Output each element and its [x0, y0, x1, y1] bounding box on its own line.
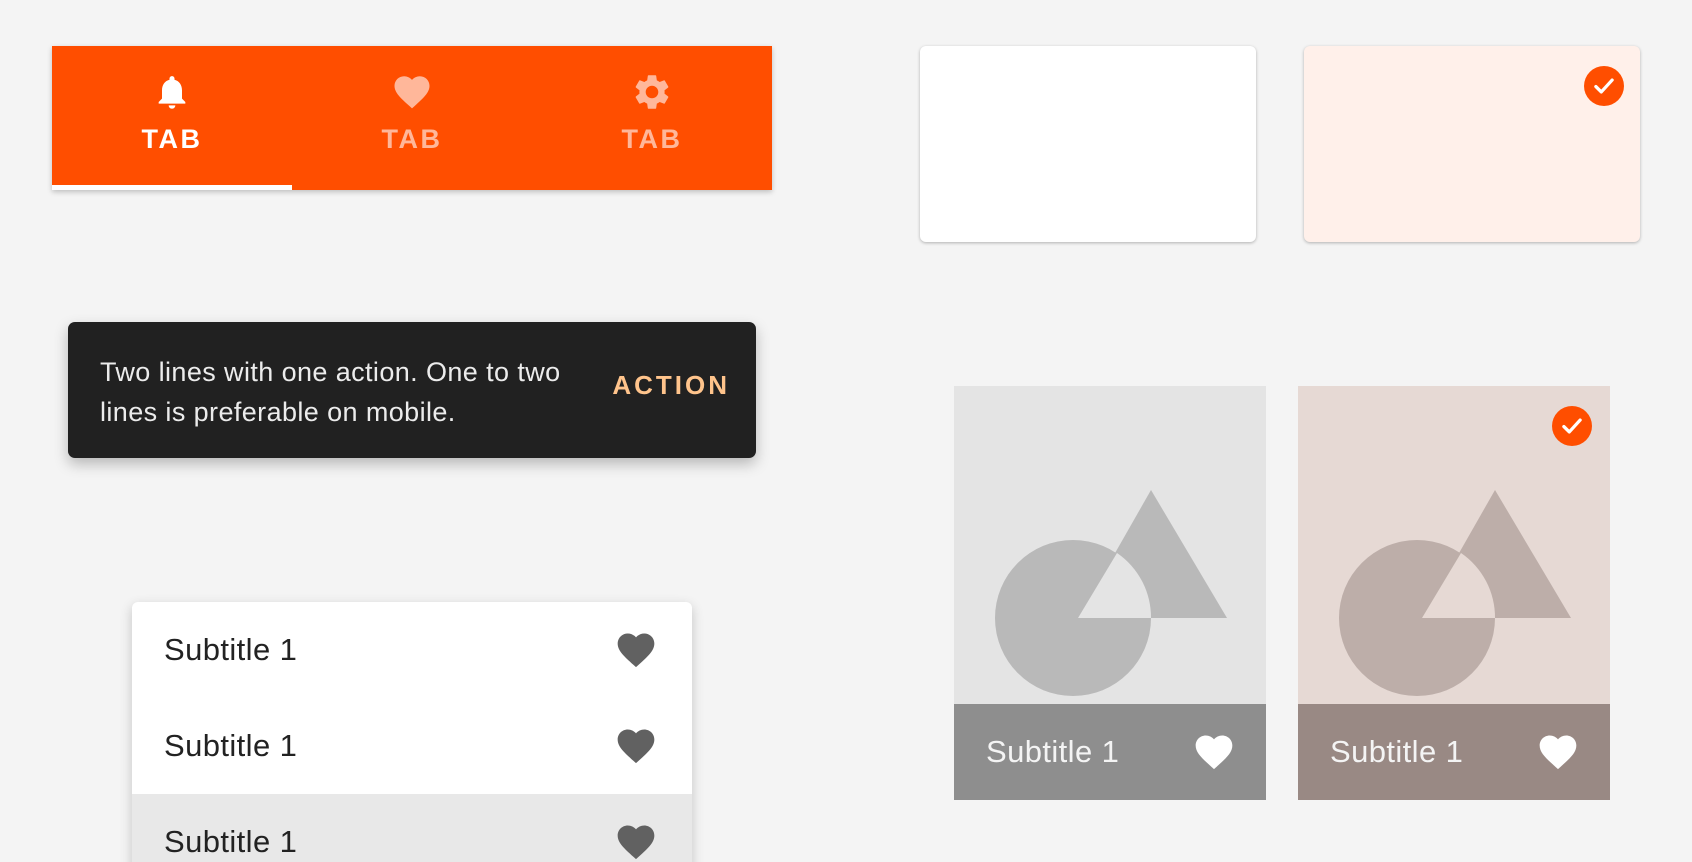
list-item-label: Subtitle 1 [164, 824, 298, 859]
snackbar-message: Two lines with one action. One to two li… [100, 357, 561, 427]
heart-icon [390, 70, 434, 114]
image-tile-selected[interactable]: Subtitle 1 [1298, 386, 1610, 800]
image-tile-caption: Subtitle 1 [1298, 704, 1610, 800]
tab-favorites[interactable]: TAB [292, 46, 532, 190]
heart-icon[interactable] [1192, 730, 1236, 774]
gear-icon [630, 70, 674, 114]
check-circle-icon [1552, 406, 1592, 446]
list-item[interactable]: Subtitle 1 [132, 698, 692, 794]
image-tile-title: Subtitle 1 [986, 734, 1120, 769]
list: Subtitle 1 Subtitle 1 Subtitle 1 [132, 602, 692, 862]
tab-label: TAB [621, 124, 683, 154]
heart-icon[interactable] [614, 820, 658, 862]
components-canvas: TAB TAB TAB Two lines with one action. O… [0, 0, 1692, 862]
bell-icon [150, 70, 194, 114]
check-circle-icon [1584, 66, 1624, 106]
image-tile[interactable]: Subtitle 1 [954, 386, 1266, 800]
active-tab-indicator [52, 185, 292, 190]
snackbar-action-button[interactable]: ACTION [612, 370, 730, 401]
snackbar: Two lines with one action. One to two li… [68, 322, 756, 458]
list-item[interactable]: Subtitle 1 [132, 602, 692, 698]
tab-notifications[interactable]: TAB [52, 46, 292, 190]
heart-icon[interactable] [614, 628, 658, 672]
heart-icon[interactable] [614, 724, 658, 768]
tab-settings[interactable]: TAB [532, 46, 772, 190]
image-tile-caption: Subtitle 1 [954, 704, 1266, 800]
selectable-card-selected[interactable] [1304, 46, 1640, 242]
tab-bar: TAB TAB TAB [52, 46, 772, 190]
list-item-highlighted[interactable]: Subtitle 1 [132, 794, 692, 862]
heart-icon[interactable] [1536, 730, 1580, 774]
tab-label: TAB [141, 124, 203, 154]
image-placeholder-icon [995, 490, 1227, 696]
tab-label: TAB [381, 124, 443, 154]
image-tile-title: Subtitle 1 [1330, 734, 1464, 769]
selectable-card[interactable] [920, 46, 1256, 242]
list-item-label: Subtitle 1 [164, 632, 298, 667]
list-item-label: Subtitle 1 [164, 728, 298, 763]
